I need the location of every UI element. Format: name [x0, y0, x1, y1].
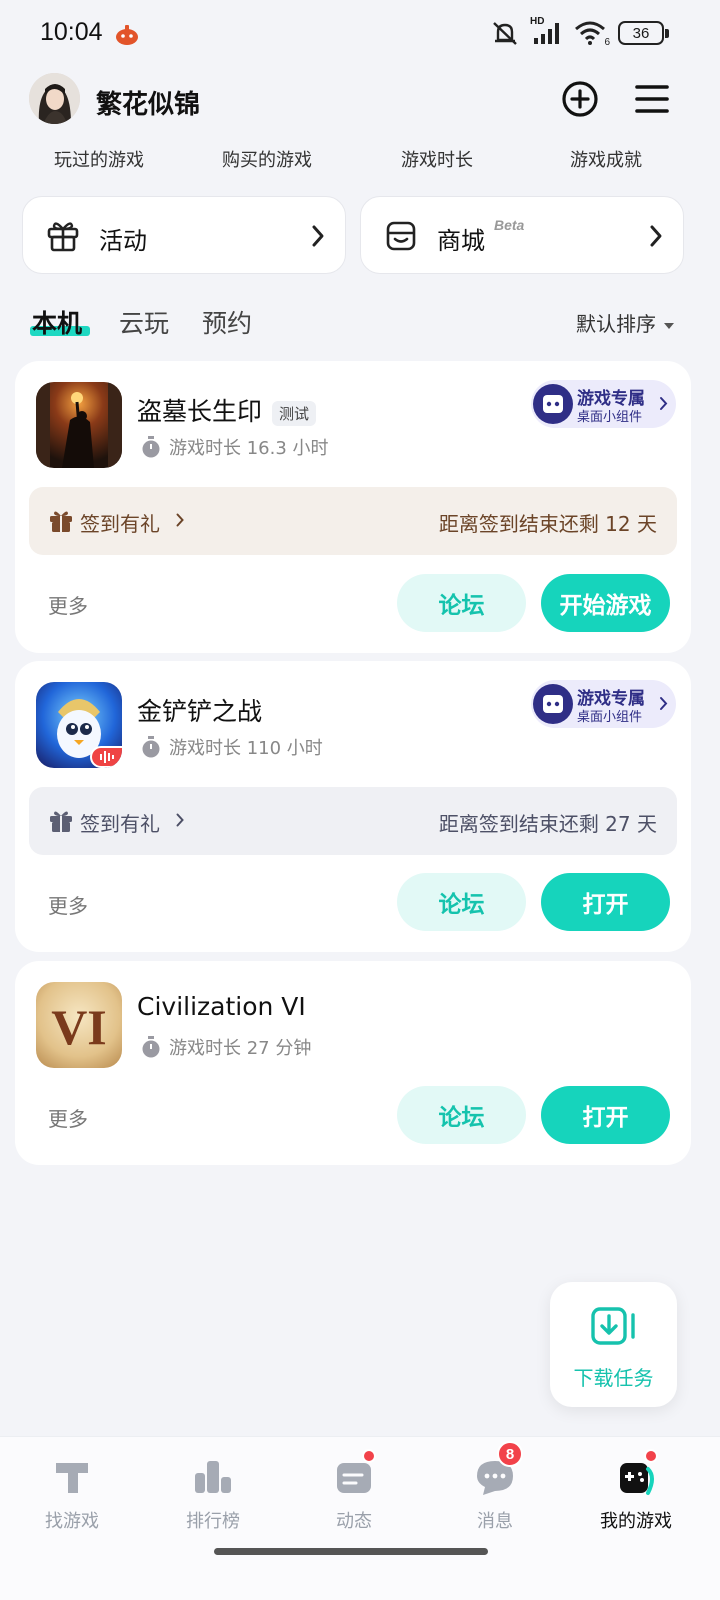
find-game-icon	[56, 1463, 88, 1493]
stat-purchased-games[interactable]: 购买的游戏	[222, 146, 312, 172]
game-icon[interactable]	[36, 382, 122, 468]
signal-icon: HD	[530, 16, 564, 46]
game-card: VI Civilization VI 游戏时长 27 分钟 更多 论坛 打开	[15, 961, 691, 1165]
gamepad-icon	[533, 684, 573, 724]
chevron-right-icon	[660, 397, 668, 410]
nav-label: 消息	[477, 1511, 513, 1532]
gift-icon	[47, 222, 79, 252]
beta-badge: Beta	[494, 217, 525, 233]
download-tasks-button[interactable]: 下载任务	[550, 1282, 677, 1407]
game-name[interactable]: 盗墓长生印 测试	[137, 392, 317, 428]
stopwatch-icon	[142, 736, 160, 758]
tab-local[interactable]: 本机	[32, 304, 82, 340]
battery-level: 36	[632, 24, 650, 42]
notification-dot	[362, 1449, 376, 1463]
game-card: 金铲铲之战 游戏时长 110 小时 游戏专属 桌面小组件 签到有礼 距离签到结束…	[15, 661, 691, 952]
signin-reward-bar[interactable]: 签到有礼 距离签到结束还剩 27 天	[29, 787, 677, 855]
nav-feed[interactable]: 动态	[282, 1437, 426, 1547]
avatar-image	[29, 73, 80, 124]
chevron-right-icon	[176, 813, 184, 827]
nav-my-games[interactable]: 我的游戏	[564, 1437, 708, 1547]
signin-reward-bar[interactable]: 签到有礼 距离签到结束还剩 12 天	[29, 487, 677, 555]
stat-played-games[interactable]: 玩过的游戏	[54, 146, 144, 172]
leaderboard-icon	[195, 1461, 231, 1493]
game-card: 盗墓长生印 测试 游戏时长 16.3 小时 游戏专属 桌面小组件 签到有礼 距离…	[15, 361, 691, 653]
game-icon[interactable]: VI	[36, 982, 122, 1068]
stopwatch-icon	[142, 436, 160, 458]
activity-label: 活动	[99, 227, 147, 255]
stat-achievements[interactable]: 游戏成就	[570, 146, 642, 172]
signin-remaining: 距离签到结束还剩 12 天	[438, 512, 657, 536]
game-playtime: 游戏时长 16.3 小时	[141, 434, 329, 460]
forum-button[interactable]: 论坛	[397, 574, 526, 632]
tab-reservation[interactable]: 预约	[202, 304, 252, 340]
mall-label: 商城	[437, 227, 485, 255]
download-tasks-label: 下载任务	[573, 1366, 654, 1390]
open-game-button[interactable]: 打开	[541, 1086, 670, 1144]
chevron-right-icon	[650, 225, 662, 247]
desktop-widget-button[interactable]: 游戏专属 桌面小组件	[531, 680, 676, 728]
mall-entry[interactable]: 商城 Beta	[360, 196, 684, 274]
nav-label: 动态	[336, 1511, 372, 1532]
nav-label: 排行榜	[186, 1511, 240, 1532]
voice-badge-icon	[90, 746, 122, 768]
nav-label: 我的游戏	[600, 1511, 672, 1532]
sort-dropdown[interactable]: 默认排序	[576, 308, 674, 337]
username[interactable]: 繁花似锦	[96, 84, 200, 121]
open-game-button[interactable]: 打开	[541, 873, 670, 931]
game-name[interactable]: 金铲铲之战	[137, 692, 262, 728]
stopwatch-icon	[142, 1036, 160, 1058]
stat-playtime[interactable]: 游戏时长	[401, 146, 473, 172]
sort-label: 默认排序	[576, 312, 656, 336]
caret-down-icon	[664, 322, 674, 329]
menu-icon[interactable]	[633, 80, 671, 118]
game-icon[interactable]	[36, 682, 122, 768]
signin-label: 签到有礼	[80, 512, 160, 536]
test-tag: 测试	[272, 400, 317, 426]
message-count-badge: 8	[497, 1441, 523, 1467]
mute-icon	[493, 22, 517, 45]
more-button[interactable]: 更多	[48, 890, 88, 919]
wifi-icon: 6	[574, 20, 610, 48]
more-button[interactable]: 更多	[48, 590, 88, 619]
nav-messages[interactable]: 8 消息	[423, 1437, 567, 1547]
start-game-button[interactable]: 开始游戏	[541, 574, 670, 632]
nav-leaderboard[interactable]: 排行榜	[141, 1437, 285, 1547]
forum-button[interactable]: 论坛	[397, 1086, 526, 1144]
widget-subtitle: 桌面小组件	[577, 410, 643, 425]
chevron-right-icon	[312, 225, 324, 247]
game-icon-text: VI	[51, 999, 107, 1055]
store-icon	[386, 221, 416, 251]
tab-cloud[interactable]: 云玩	[119, 304, 169, 340]
add-icon[interactable]	[561, 80, 599, 118]
battery-indicator: 36	[618, 21, 669, 45]
bottom-navigation: 找游戏 排行榜 动态 8 消息 我的游戏	[0, 1436, 720, 1600]
home-indicator[interactable]	[214, 1548, 488, 1555]
game-name[interactable]: Civilization VI	[137, 992, 306, 1021]
status-time: 10:04	[40, 18, 103, 46]
gamepad-icon	[533, 384, 573, 424]
signin-remaining: 距离签到结束还剩 27 天	[438, 812, 657, 836]
widget-subtitle: 桌面小组件	[577, 710, 643, 725]
download-icon	[591, 1307, 635, 1345]
activity-entry[interactable]: 活动	[22, 196, 346, 274]
chevron-right-icon	[660, 697, 668, 710]
chevron-right-icon	[176, 513, 184, 527]
avatar[interactable]	[29, 73, 80, 124]
more-button[interactable]: 更多	[48, 1103, 88, 1132]
status-bar: 10:04 HD 6 36	[0, 0, 720, 66]
nav-find-games[interactable]: 找游戏	[0, 1437, 144, 1547]
game-playtime: 游戏时长 110 小时	[141, 734, 323, 760]
desktop-widget-button[interactable]: 游戏专属 桌面小组件	[531, 380, 676, 428]
gift-icon	[50, 811, 72, 832]
game-playtime: 游戏时长 27 分钟	[141, 1034, 311, 1060]
app-notification-icon	[116, 25, 138, 45]
forum-button[interactable]: 论坛	[397, 873, 526, 931]
signin-label: 签到有礼	[80, 812, 160, 836]
gift-icon	[50, 511, 72, 532]
stats-row: 玩过的游戏 购买的游戏 游戏时长 游戏成就	[0, 146, 720, 172]
nav-label: 找游戏	[45, 1511, 99, 1532]
notification-dot	[644, 1449, 658, 1463]
